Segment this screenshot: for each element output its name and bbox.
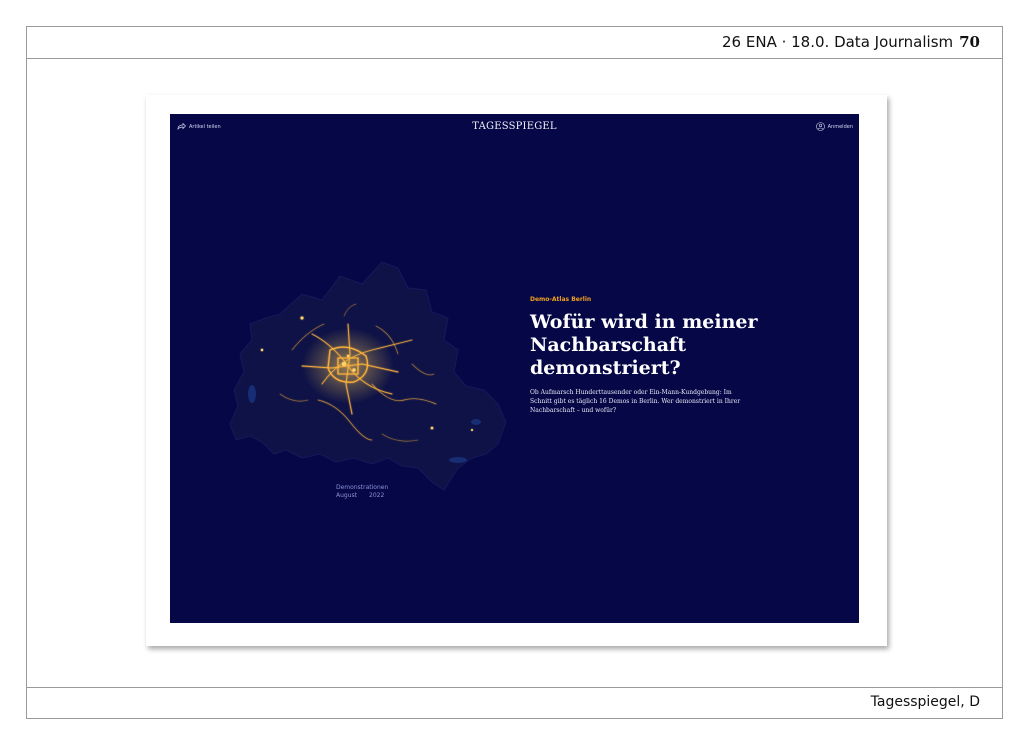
user-circle-icon (815, 122, 825, 131)
map-caption-title: Demonstrationen (336, 484, 389, 491)
map-caption-month: August (336, 492, 357, 499)
site-topbar: Artikel teilen TAGESSPIEGEL Anmelden (170, 114, 859, 140)
berlin-demo-map[interactable] (222, 254, 512, 514)
slide-page-number: 70 (959, 33, 980, 51)
slide-source: Tagesspiegel, D (870, 694, 980, 710)
map-caption: Demonstrationen August 2022 (336, 484, 388, 500)
login-button[interactable]: Anmelden (815, 122, 853, 131)
tagesspiegel-page: Artikel teilen TAGESSPIEGEL Anmelden Dem… (170, 114, 859, 623)
article-lead: Ob Aufmarsch Hunderttausender oder Ein-M… (530, 389, 741, 414)
screenshot-card: Artikel teilen TAGESSPIEGEL Anmelden Dem… (146, 95, 887, 646)
map-caption-year: 2022 (369, 492, 385, 499)
article-kicker: Demo-Atlas Berlin (530, 296, 592, 303)
slide-header-text: 26 ENA · 18.0. Data Journalism 70 (722, 33, 980, 51)
article-headline: Wofür wird in meiner Nachbarschaft demon… (530, 311, 758, 379)
slide-header: 26 ENA · 18.0. Data Journalism 70 (27, 27, 1002, 59)
slide-header-title: 26 ENA · 18.0. Data Journalism (722, 33, 954, 51)
slide-footer: Tagesspiegel, D (27, 687, 1002, 718)
map-caption-date: August 2022 (336, 492, 388, 500)
login-label: Anmelden (827, 123, 853, 130)
article-intro: Demo-Atlas Berlin Wofür wird in meiner N… (530, 296, 760, 415)
site-logo[interactable]: TAGESSPIEGEL (170, 121, 859, 132)
